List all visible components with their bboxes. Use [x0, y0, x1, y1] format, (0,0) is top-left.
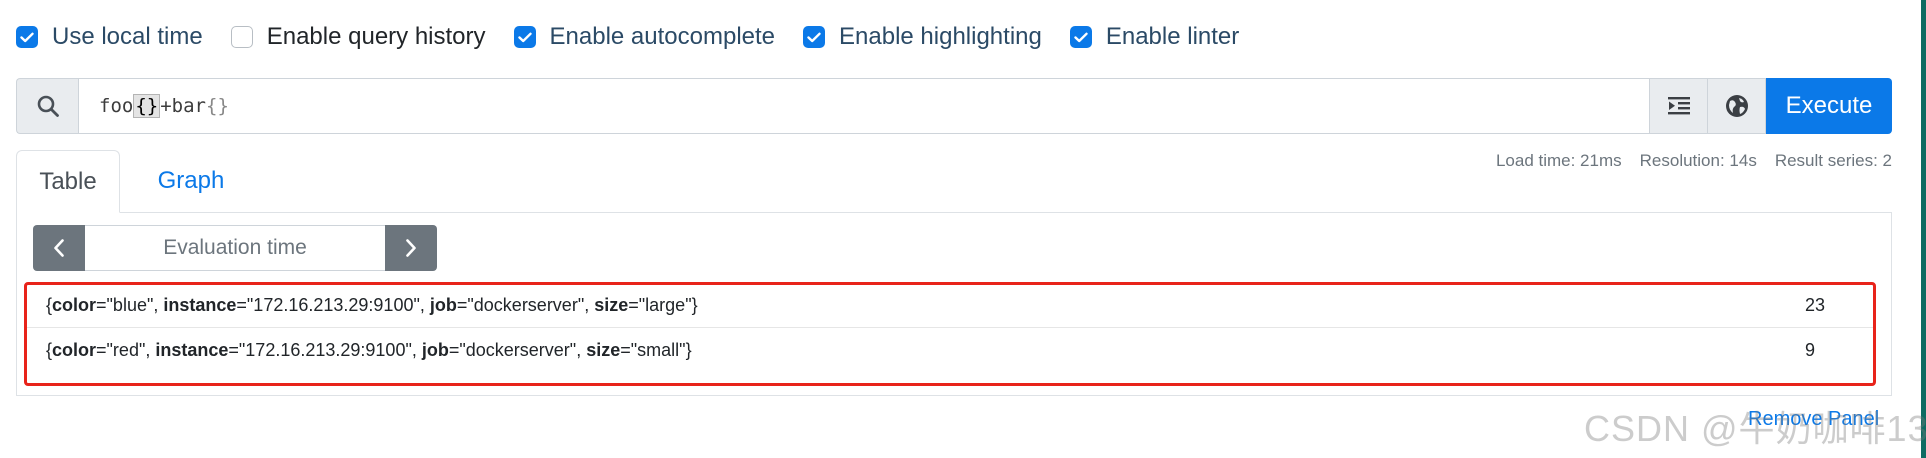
label-name: color	[52, 294, 97, 315]
globe-icon	[1725, 95, 1748, 117]
query-stats: Load time: 21ms Resolution: 14s Result s…	[1478, 151, 1892, 171]
label-value: "172.16.213.29:9100"	[238, 339, 412, 360]
format-indent-icon	[1667, 97, 1690, 115]
checkbox-enable-query-history[interactable]	[230, 26, 253, 48]
label-value: "dockerserver"	[459, 339, 577, 360]
query-token-braces: {}	[206, 95, 229, 117]
series-labels: {color="red", instance="172.16.213.29:91…	[46, 339, 692, 360]
label-name: instance	[163, 294, 237, 315]
previous-time-button[interactable]	[33, 225, 85, 271]
chevron-right-icon	[406, 239, 416, 257]
label-value: "small"	[630, 339, 686, 360]
next-time-button[interactable]	[385, 225, 437, 271]
evaluation-time-input[interactable]: Evaluation time	[85, 225, 385, 271]
query-options: Use local time Enable query history Enab…	[16, 18, 1267, 56]
query-token-operator: +	[160, 95, 172, 117]
execute-button[interactable]: Execute	[1766, 78, 1892, 134]
series-labels: {color="blue", instance="172.16.213.29:9…	[46, 294, 698, 315]
checkbox-enable-highlighting[interactable]	[803, 26, 826, 48]
window-edge	[1921, 0, 1926, 458]
label-name: job	[421, 339, 449, 360]
label-name: size	[586, 339, 621, 360]
label-name: color	[52, 339, 97, 360]
option-enable-query-history[interactable]: Enable query history	[230, 23, 486, 51]
expression-bar: foo{} + bar{} Execute	[16, 78, 1892, 134]
option-enable-autocomplete[interactable]: Enable autocomplete	[513, 23, 776, 51]
option-enable-linter[interactable]: Enable linter	[1069, 23, 1240, 51]
label-name: instance	[155, 339, 229, 360]
checkbox-enable-autocomplete[interactable]	[513, 26, 536, 48]
option-label: Enable linter	[1105, 23, 1240, 50]
search-icon	[16, 78, 78, 134]
option-label: Enable highlighting	[839, 23, 1042, 50]
checkbox-enable-linter[interactable]	[1069, 26, 1092, 48]
label-value: "red"	[106, 339, 146, 360]
checkbox-use-local-time[interactable]	[16, 26, 38, 48]
sample-value: 23	[1805, 294, 1826, 315]
result-series-count: Result series: 2	[1774, 151, 1892, 170]
check-icon	[517, 32, 532, 42]
label-name: size	[594, 294, 629, 315]
watermark: CSDN @牛奶咖啡13	[1584, 408, 1926, 449]
query-token-metric: bar	[171, 95, 206, 117]
load-time: Load time: 21ms	[1495, 151, 1622, 170]
table-row: {color="red", instance="172.16.213.29:91…	[27, 328, 1875, 372]
evaluation-time-control: Evaluation time	[33, 225, 437, 271]
tab-graph[interactable]: Graph	[136, 150, 246, 212]
tab-table[interactable]: Table	[16, 150, 120, 213]
metrics-explorer-button[interactable]	[1708, 78, 1766, 134]
option-label: Enable autocomplete	[549, 23, 776, 50]
results-table: {color="blue", instance="172.16.213.29:9…	[27, 283, 1875, 372]
table-row: {color="blue", instance="172.16.213.29:9…	[27, 283, 1875, 328]
label-value: "dockerserver"	[467, 294, 585, 315]
label-name: job	[429, 294, 457, 315]
check-icon	[807, 32, 821, 42]
resolution: Resolution: 14s	[1639, 151, 1757, 170]
chevron-left-icon	[54, 239, 64, 257]
label-value: "large"	[638, 294, 692, 315]
label-value: "172.16.213.29:9100"	[246, 294, 420, 315]
option-label: Enable query history	[266, 23, 486, 50]
format-expression-button[interactable]	[1650, 78, 1708, 134]
check-icon	[20, 32, 34, 42]
expression-input[interactable]: foo{} + bar{}	[78, 78, 1650, 134]
label-value: "blue"	[106, 294, 154, 315]
query-token-braces-matched: {}	[133, 94, 161, 118]
sample-value: 9	[1805, 339, 1816, 360]
check-icon	[1074, 32, 1088, 42]
query-token-metric: foo	[99, 95, 134, 117]
option-enable-highlighting[interactable]: Enable highlighting	[803, 23, 1042, 51]
option-use-local-time[interactable]: Use local time	[16, 23, 203, 51]
option-label: Use local time	[52, 23, 203, 50]
